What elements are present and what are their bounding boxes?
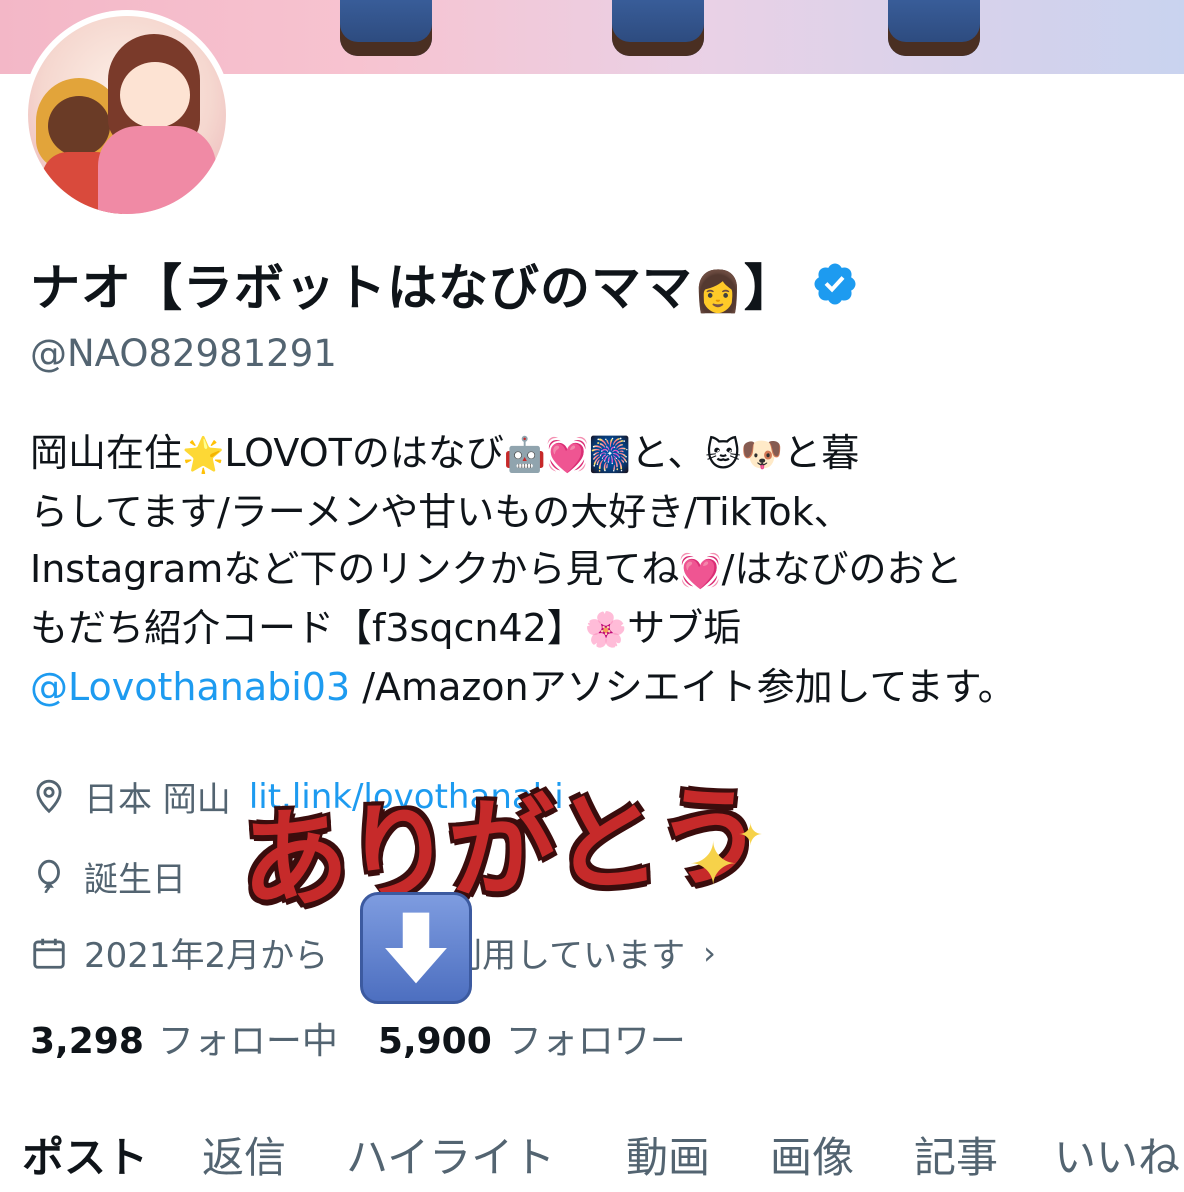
fireworks-emoji: 🎆 bbox=[588, 435, 631, 475]
thank-you-sticker: ありがとう bbox=[237, 772, 764, 926]
sparkle-icon: ✦ bbox=[688, 830, 739, 900]
following-count[interactable]: 3,298 フォロー中 bbox=[30, 1012, 338, 1064]
beating-heart-emoji: 💓 bbox=[546, 435, 589, 475]
profile-handle: @NAO82981291 bbox=[30, 332, 337, 375]
sub-account-link[interactable]: @Lovothanabi03 bbox=[30, 665, 350, 709]
beating-heart-emoji: 💓 bbox=[679, 551, 722, 591]
avatar-illustration bbox=[28, 16, 226, 214]
banner-chair-image bbox=[888, 0, 980, 56]
birthday-label: 誕生日 bbox=[84, 860, 186, 900]
joined-suffix: 利用しています bbox=[448, 936, 686, 976]
bio-line: @Lovothanabi03 /Amazonアソシエイト参加してます。 bbox=[30, 665, 1016, 709]
calendar-icon bbox=[33, 938, 65, 969]
profile-name-row: ナオ【ラボットはなびのママ👩】 bbox=[30, 248, 859, 320]
profile-avatar[interactable] bbox=[22, 10, 232, 220]
woman-emoji: 👩 bbox=[693, 269, 744, 315]
glowing-star-emoji: 🌟 bbox=[182, 435, 225, 475]
follow-counts: 3,298 フォロー中 5,900 フォロワー bbox=[30, 1012, 726, 1064]
profile-tabs: ポスト 返信 ハイライト 動画 画像 記事 いいね bbox=[0, 1118, 1184, 1192]
cherry-blossom-emoji: 🌸 bbox=[584, 610, 628, 650]
sparkle-icon: ✦ bbox=[738, 818, 764, 853]
tab-posts[interactable]: ポスト bbox=[22, 1124, 148, 1185]
bio-line: Instagramなど下のリンクから見てね💓/はなびのおと bbox=[30, 547, 963, 591]
location-pin-icon bbox=[36, 779, 62, 813]
verified-badge-icon[interactable] bbox=[811, 260, 859, 308]
dog-emoji: 🐶 bbox=[740, 435, 784, 475]
bio-line: 岡山在住🌟LOVOTのはなび🤖💓🎆と、🐱🐶と暮 bbox=[30, 431, 860, 475]
profile-bio: 岡山在住🌟LOVOTのはなび🤖💓🎆と、🐱🐶と暮 らしてます/ラーメンや甘いもの大… bbox=[30, 425, 1170, 716]
bio-line: らしてます/ラーメンや甘いもの大好き/TikTok、 bbox=[30, 490, 852, 534]
tab-likes[interactable]: いいね bbox=[1054, 1124, 1180, 1185]
banner-chair-image bbox=[612, 0, 704, 56]
chevron-right-icon: › bbox=[703, 933, 716, 972]
location-text: 日本 岡山 bbox=[84, 780, 231, 820]
tab-images[interactable]: 画像 bbox=[770, 1124, 854, 1185]
down-arrow-icon bbox=[360, 892, 472, 1004]
banner-chair-image bbox=[340, 0, 432, 56]
robot-emoji: 🤖 bbox=[503, 435, 547, 475]
cat-emoji: 🐱 bbox=[705, 435, 741, 475]
tab-videos[interactable]: 動画 bbox=[626, 1124, 710, 1185]
display-name: ナオ【ラボットはなびのママ👩】 bbox=[30, 259, 795, 317]
tab-articles[interactable]: 記事 bbox=[914, 1124, 998, 1185]
balloon-icon bbox=[38, 859, 60, 893]
followers-count[interactable]: 5,900 フォロワー bbox=[378, 1012, 686, 1064]
bio-line: もだち紹介コード【f3sqcn42】🌸サブ垢 bbox=[30, 606, 742, 650]
tab-highlights[interactable]: ハイライト bbox=[346, 1124, 555, 1185]
tab-replies[interactable]: 返信 bbox=[202, 1124, 286, 1185]
birthday-row: 誕生日 bbox=[30, 852, 186, 901]
joined-date: 2021年2月から bbox=[84, 936, 329, 976]
